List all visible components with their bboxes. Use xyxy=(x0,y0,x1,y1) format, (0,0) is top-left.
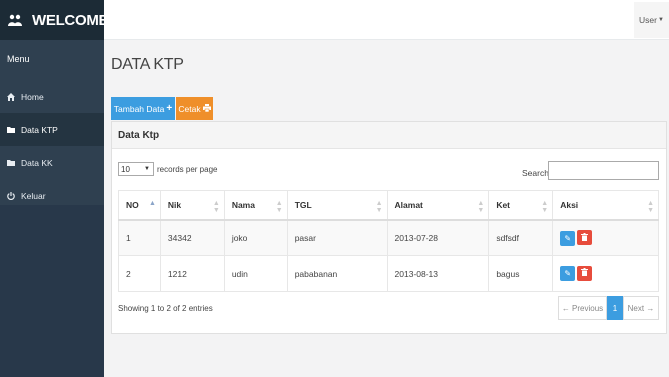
column-header-nama[interactable]: Nama ▲ ▼ xyxy=(223,190,288,221)
users-icon xyxy=(8,13,22,27)
top-navbar: User ▼ xyxy=(104,0,669,40)
panel-heading: Data Ktp xyxy=(112,122,666,149)
column-header-tgl[interactable]: TGL ▲ ▼ xyxy=(286,190,388,221)
edit-button[interactable]: ✎ xyxy=(560,230,576,246)
table-row: 1 34342 joko pasar 2013-07-28 sdfsdf ✎ xyxy=(118,219,659,256)
cell-aksi: ✎ xyxy=(552,255,659,292)
caret-down-icon: ▼ xyxy=(658,17,664,23)
cell-tgl: pasar xyxy=(286,219,388,256)
sidebar-item-label: Home xyxy=(21,91,44,102)
sidebar-item-data-ktp[interactable]: Data KTP xyxy=(0,113,104,146)
sidebar-footer-area xyxy=(0,205,104,377)
pagination: ← Previous 1 Next → xyxy=(558,296,659,320)
sidebar-item-data-kk[interactable]: Data KK xyxy=(0,146,104,179)
add-button-label: Tambah Data xyxy=(113,103,165,114)
table-row: 2 1212 udin pababanan 2013-08-13 bagus ✎ xyxy=(118,255,659,292)
cell-alamat: 2013-07-28 xyxy=(386,219,490,256)
user-label: User xyxy=(639,15,657,25)
column-header-nik[interactable]: Nik ▲ ▼ xyxy=(159,190,225,221)
folder-icon xyxy=(7,159,15,167)
cell-nik: 1212 xyxy=(159,255,225,292)
cell-ket: bagus xyxy=(488,255,554,292)
main-content: DATA KTP Tambah Data + Cetak Data Ktp 10… xyxy=(104,41,669,377)
folder-icon xyxy=(7,126,15,134)
sidebar-item-label: Keluar xyxy=(21,190,46,201)
table-info: Showing 1 to 2 of 2 entries xyxy=(118,304,213,313)
page-length-label: records per page xyxy=(157,165,218,174)
cell-ket: sdfsdf xyxy=(488,219,554,256)
page-1-button[interactable]: 1 xyxy=(607,296,623,320)
page-length-select[interactable]: 10 ▼ xyxy=(118,162,154,176)
page-title: DATA KTP xyxy=(111,56,184,73)
sidebar-item-home[interactable]: Home xyxy=(0,80,104,113)
print-button[interactable]: Cetak xyxy=(176,97,213,120)
cell-nama: joko xyxy=(223,219,288,256)
cell-nama: udin xyxy=(223,255,288,292)
search-input[interactable] xyxy=(548,161,659,180)
delete-button[interactable] xyxy=(577,230,593,245)
cell-nik: 34342 xyxy=(159,219,225,256)
sort-icon: ▲ ▼ xyxy=(477,200,485,214)
cell-aksi: ✎ xyxy=(552,219,659,256)
previous-page-button[interactable]: ← Previous xyxy=(558,296,607,320)
data-panel: Data Ktp 10 ▼ records per page Search: N… xyxy=(111,121,667,334)
sidebar-item-label: Data KTP xyxy=(21,124,58,135)
edit-button[interactable]: ✎ xyxy=(560,266,576,282)
column-header-alamat[interactable]: Alamat ▲ ▼ xyxy=(386,190,490,221)
brand-title: WELCOME xyxy=(32,11,109,29)
sidebar-item-label: Data KK xyxy=(21,157,53,168)
add-data-button[interactable]: Tambah Data + xyxy=(111,97,175,120)
cell-tgl: pababanan xyxy=(286,255,388,292)
sort-icon: ▲ ▼ xyxy=(212,200,220,214)
column-header-no[interactable]: NO ▲ xyxy=(118,190,161,221)
sort-icon: ▲ ▼ xyxy=(541,200,549,214)
sidebar: WELCOME Menu Home Data KTP Data KK Kelua… xyxy=(0,0,109,377)
home-icon xyxy=(7,92,15,101)
caret-down-icon: ▼ xyxy=(144,166,150,172)
menu-heading: Menu xyxy=(7,54,30,64)
edit-icon: ✎ xyxy=(564,233,572,243)
cell-alamat: 2013-08-13 xyxy=(386,255,490,292)
sort-asc-icon: ▲ xyxy=(148,200,156,207)
cell-no: 2 xyxy=(118,255,161,292)
printer-icon xyxy=(202,103,211,114)
edit-icon: ✎ xyxy=(564,269,572,279)
user-menu-button[interactable]: User ▼ xyxy=(634,2,669,38)
sort-icon: ▲ ▼ xyxy=(647,200,654,214)
next-page-button[interactable]: Next → xyxy=(623,296,659,320)
trash-icon xyxy=(581,232,589,243)
delete-button[interactable] xyxy=(577,265,593,281)
data-table: NO ▲ Nik ▲ ▼ Nama ▲ ▼ TGL ▲ ▼ Alamat ▲ ▼ Ket ▲ ▼ Ak… xyxy=(118,190,659,292)
column-header-aksi[interactable]: Aksi ▲ ▼ xyxy=(552,190,659,221)
trash-icon xyxy=(581,268,589,278)
power-icon xyxy=(7,191,15,200)
sort-icon: ▲ ▼ xyxy=(375,200,383,214)
page-length-value: 10 xyxy=(121,164,130,174)
column-header-ket[interactable]: Ket ▲ ▼ xyxy=(488,190,554,221)
sort-icon: ▲ ▼ xyxy=(275,200,283,214)
brand-header[interactable]: WELCOME xyxy=(0,0,109,40)
cell-no: 1 xyxy=(118,219,161,256)
table-header-row: NO ▲ Nik ▲ ▼ Nama ▲ ▼ TGL ▲ ▼ Alamat ▲ ▼ Ket ▲ ▼ Ak… xyxy=(118,190,659,221)
print-button-label: Cetak xyxy=(178,103,201,114)
plus-icon: + xyxy=(166,103,173,114)
search-label: Search: xyxy=(522,168,552,178)
